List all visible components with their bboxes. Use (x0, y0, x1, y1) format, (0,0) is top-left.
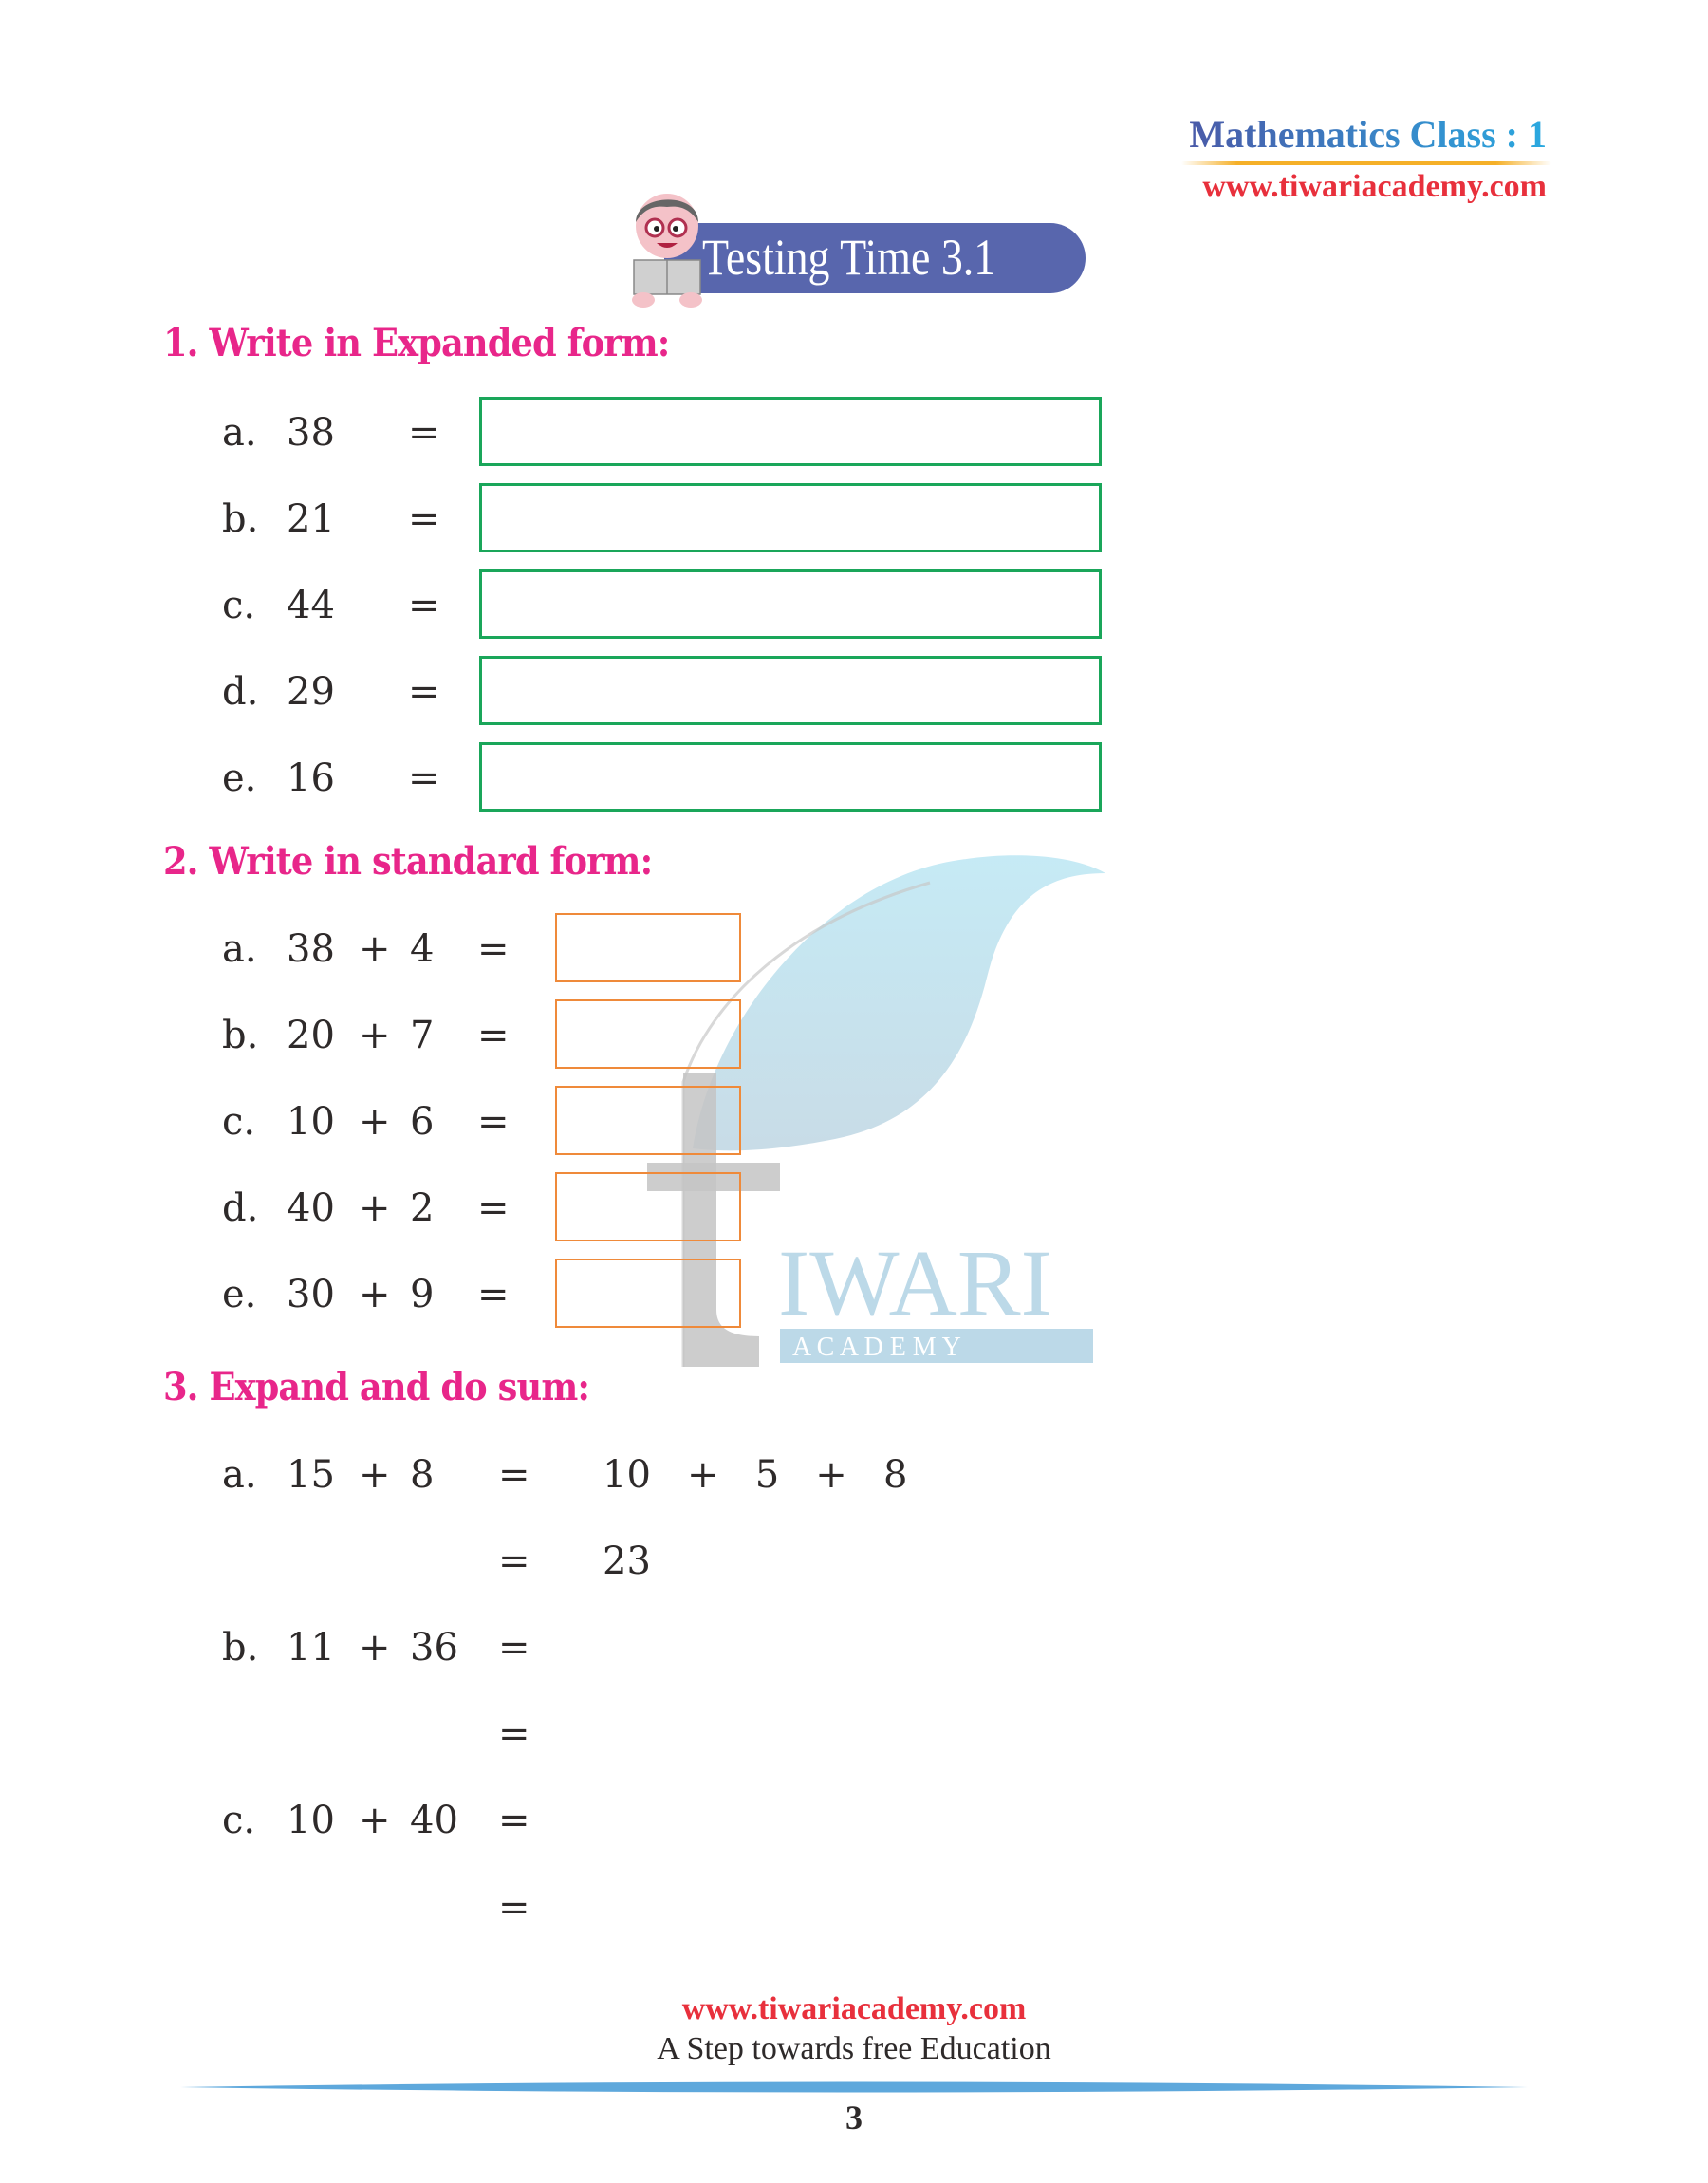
operand-b: 4 (410, 927, 435, 971)
equals-sign: = (477, 1273, 510, 1316)
question-3-heading: 3. Expand and do sum: (163, 1365, 590, 1409)
answer-box[interactable] (555, 913, 741, 982)
plus-sign: + (359, 1626, 391, 1670)
equals-sign: = (498, 1886, 530, 1930)
plus-sign: + (359, 1100, 391, 1144)
item-label: b. (222, 1626, 259, 1670)
operand-a: 11 (287, 1626, 335, 1670)
operand-b: 7 (410, 1014, 435, 1057)
watermark-sub: A C A D E M Y (792, 1333, 961, 1362)
item-label: a. (222, 927, 257, 971)
operand-a: 30 (287, 1273, 335, 1316)
answer-box[interactable] (555, 1172, 741, 1241)
equals-sign: = (408, 411, 440, 455)
answer-box[interactable] (555, 999, 741, 1069)
question-2-heading: 2. Write in standard form: (163, 839, 653, 884)
answer-box[interactable] (555, 1086, 741, 1155)
item-number: 21 (287, 497, 335, 541)
sum-result: 23 (603, 1539, 651, 1583)
equals-sign: = (498, 1712, 530, 1756)
plus-sign: + (359, 1799, 391, 1842)
watermark-brand: IWARI (778, 1230, 1052, 1335)
equals-sign: = (408, 670, 440, 714)
page-number: 3 (845, 2099, 863, 2136)
item-label: e. (222, 1273, 257, 1316)
header-website-link[interactable]: www.tiwariacademy.com (1202, 169, 1547, 205)
item-label: a. (222, 411, 257, 455)
item-label: c. (222, 584, 256, 627)
operand-b: 6 (410, 1100, 435, 1144)
operand-b: 36 (410, 1626, 458, 1670)
item-label: c. (222, 1100, 256, 1144)
equals-sign: = (498, 1799, 530, 1842)
footer-divider (180, 2081, 1528, 2093)
equals-sign: = (477, 927, 510, 971)
answer-box[interactable] (479, 656, 1102, 725)
operand-b: 8 (410, 1453, 435, 1497)
item-label: a. (222, 1453, 257, 1497)
equals-sign: = (477, 1100, 510, 1144)
operand-a: 40 (287, 1186, 335, 1230)
footer-tagline: A Step towards free Education (657, 2031, 1051, 2066)
operand-a: 20 (287, 1014, 335, 1057)
equals-sign: = (408, 756, 440, 800)
operand-b: 9 (410, 1273, 435, 1316)
answer-box[interactable] (555, 1259, 741, 1328)
item-label: b. (222, 497, 259, 541)
item-number: 29 (287, 670, 335, 714)
equals-sign: = (477, 1014, 510, 1057)
item-number: 38 (287, 411, 335, 455)
answer-box[interactable] (479, 397, 1102, 466)
item-label: d. (222, 670, 259, 714)
answer-box[interactable] (479, 483, 1102, 552)
equals-sign: = (498, 1626, 530, 1670)
answer-box[interactable] (479, 569, 1102, 639)
equals-sign: = (498, 1539, 530, 1583)
equals-sign: = (408, 497, 440, 541)
operand-a: 10 (287, 1799, 335, 1842)
equals-sign: = (498, 1453, 530, 1497)
operand-a: 15 (287, 1453, 335, 1497)
item-label: c. (222, 1799, 256, 1842)
footer-website-link[interactable]: www.tiwariacademy.com (0, 1991, 1708, 2027)
equals-sign: = (408, 584, 440, 627)
operand-a: 10 (287, 1100, 335, 1144)
item-label: b. (222, 1014, 259, 1057)
plus-sign: + (359, 1453, 391, 1497)
subject-class-title: Mathematics Class : 1 (1189, 113, 1547, 156)
operand-b: 40 (410, 1799, 458, 1842)
section-title: Testing Time 3.1 (702, 229, 996, 286)
operand-a: 38 (287, 927, 335, 971)
item-label: d. (222, 1186, 259, 1230)
plus-sign: + (359, 1014, 391, 1057)
expanded-expression: 10 + 5 + 8 (603, 1453, 908, 1497)
equals-sign: = (477, 1186, 510, 1230)
plus-sign: + (359, 1273, 391, 1316)
header-divider (1181, 161, 1551, 165)
item-number: 44 (287, 584, 335, 627)
question-1-heading: 1. Write in Expanded form: (163, 321, 670, 365)
plus-sign: + (359, 927, 391, 971)
item-label: e. (222, 756, 257, 800)
item-number: 16 (287, 756, 335, 800)
answer-box[interactable] (479, 742, 1102, 812)
operand-b: 2 (410, 1186, 435, 1230)
plus-sign: + (359, 1186, 391, 1230)
